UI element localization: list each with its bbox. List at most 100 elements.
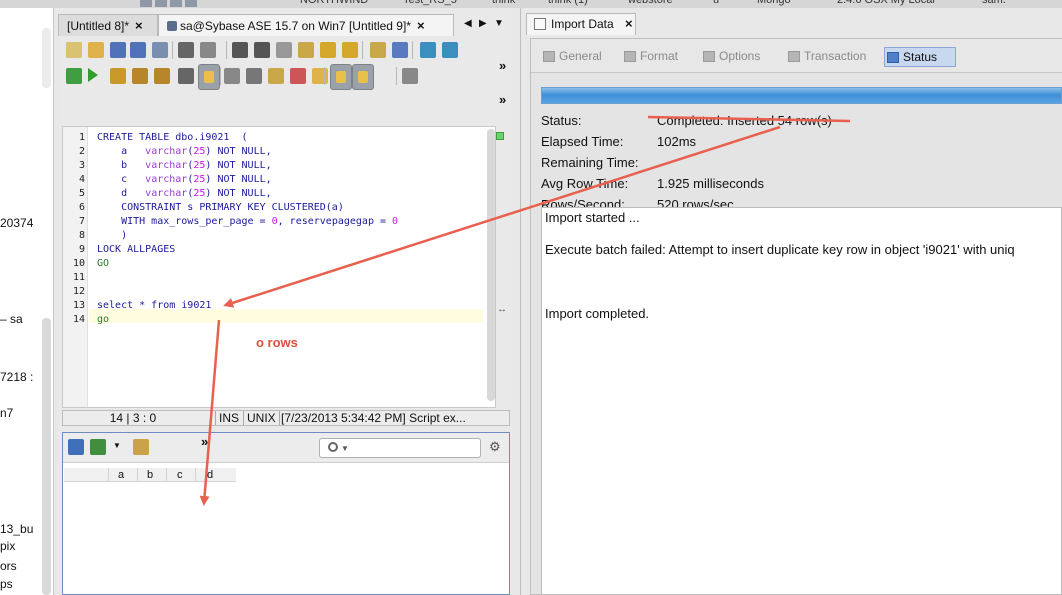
top-tab-chip[interactable]: think [492,0,515,6]
tree-node[interactable]: n7 [0,406,13,420]
top-tab-chip[interactable]: sam. [982,0,1006,6]
top-tab-chip[interactable]: Test_RS_5 [403,0,457,6]
tab-scroll-right-icon[interactable]: ▶ [479,18,487,29]
tree-node[interactable]: 7218 : [0,370,33,384]
explain-plan-icon[interactable] [154,68,170,84]
page-setup-icon[interactable] [200,42,216,58]
window-button-icon[interactable] [140,0,152,7]
execute-icon[interactable] [370,42,386,58]
wizard-tab-options[interactable]: Options [701,47,767,67]
save-icon[interactable] [110,42,126,58]
rollback-icon[interactable] [224,68,240,84]
step-into-icon[interactable] [110,68,126,84]
top-tab-chip[interactable]: webstore [628,0,673,6]
tree-scrollbar-upper[interactable] [42,28,51,88]
tree-node[interactable]: ors [0,559,17,573]
tab-untitled-8[interactable]: [Untitled 8]* × [58,14,158,36]
search-options-icon[interactable]: ▼ [341,444,349,453]
redo-icon[interactable] [342,42,358,58]
auto-commit-icon[interactable] [198,64,220,90]
code-line[interactable]: GO [97,257,109,271]
bookmark-next-icon[interactable] [312,68,328,84]
column-header-b[interactable]: b [147,468,153,482]
replace-icon[interactable] [442,42,458,58]
history-icon[interactable] [402,68,418,84]
window-button-icon[interactable] [170,0,182,7]
select-icon[interactable] [232,42,248,58]
paste-icon[interactable] [298,42,314,58]
top-tab-chip[interactable]: 2.4.6 OSX My Local [837,0,935,6]
print-preview-icon[interactable] [152,42,168,58]
settings-gear-icon[interactable]: ⚙ [489,439,501,455]
result-grid-icon[interactable] [330,64,352,90]
sql-code-editor[interactable]: 1 CREATE TABLE dbo.i9021 (2 a varchar(25)… [62,126,496,408]
tree-node[interactable]: 13_bu [0,522,33,536]
code-line[interactable]: CONSTRAINT s PRIMARY KEY CLUSTERED(a) [97,201,344,215]
export-excel-icon[interactable] [90,439,106,455]
close-icon[interactable]: × [135,18,143,33]
code-line[interactable]: a varchar(25) NOT NULL, [97,145,272,159]
top-tab-chip[interactable]: Mongo [757,0,791,6]
close-icon[interactable]: × [417,18,425,33]
code-line[interactable]: ) [97,229,127,243]
open-folder-icon[interactable] [88,42,104,58]
code-scrollbar[interactable] [487,129,495,401]
save-all-icon[interactable] [130,42,146,58]
column-header-a[interactable]: a [118,468,124,482]
import-log[interactable]: Import started ... Execute batch failed:… [541,207,1062,595]
code-line[interactable]: CREATE TABLE dbo.i9021 ( [97,131,248,145]
top-tab-chip[interactable]: u [713,0,719,6]
transaction-icon[interactable] [268,68,284,84]
connection-tree-pane[interactable]: 20374 – sa 7218 : n7 13_bupix ors ps [0,8,54,595]
script-icon[interactable] [133,439,149,455]
execute-all-icon[interactable] [66,68,82,84]
wizard-tab-transaction[interactable]: Transaction [786,47,874,67]
commit-icon[interactable] [246,68,262,84]
undo-icon[interactable] [320,42,336,58]
copy-icon[interactable] [276,42,292,58]
splitter-handle-icon[interactable]: ↔ [497,304,507,315]
top-tab-chip[interactable]: think (1) [548,0,588,6]
code-line[interactable]: LOCK ALLPAGES [97,243,175,257]
tree-node[interactable]: – sa [0,312,23,326]
format-icon[interactable] [392,42,408,58]
stop-icon[interactable] [178,68,194,84]
new-file-icon[interactable] [66,42,82,58]
run-to-cursor-icon[interactable] [132,68,148,84]
code-line[interactable]: select * from i9021 [97,299,211,313]
bookmark-icon[interactable] [290,68,306,84]
results-overflow-icon[interactable]: » [201,434,208,449]
toolbar-overflow-icon[interactable]: » [499,58,506,73]
close-icon[interactable]: × [625,16,633,31]
code-line[interactable]: go [97,313,109,327]
results-search-input[interactable]: ▼ [319,438,481,458]
tab-scroll-left-icon[interactable]: ◀ [464,18,472,29]
tree-scrollbar[interactable] [42,318,51,595]
print-icon[interactable] [178,42,194,58]
code-line[interactable]: b varchar(25) NOT NULL, [97,159,272,173]
cut-icon[interactable] [254,42,270,58]
window-button-icon[interactable] [155,0,167,7]
column-header-d[interactable]: d [207,468,213,482]
tab-list-dropdown-icon[interactable]: ▼ [494,18,504,29]
code-line[interactable]: d varchar(25) NOT NULL, [97,187,272,201]
grid-view-icon[interactable] [68,439,84,455]
tab-untitled-9[interactable]: sa@Sybase ASE 15.7 on Win7 [Untitled 9]*… [158,14,454,36]
find-icon[interactable] [420,42,436,58]
export-dropdown-icon[interactable]: ▼ [113,441,121,450]
toolbar-overflow-icon-2[interactable]: » [499,92,506,107]
wizard-tab-status[interactable]: Status [884,47,956,67]
top-tab-chip[interactable]: NORTHWIND [300,0,368,6]
window-button-icon[interactable] [185,0,197,7]
wizard-tab-format[interactable]: Format [622,47,684,67]
tab-import-data[interactable]: Import Data × [526,13,636,35]
code-line[interactable]: c varchar(25) NOT NULL, [97,173,272,187]
result-text-icon[interactable] [352,64,374,90]
tree-node[interactable]: pix [0,539,15,553]
wizard-tab-general[interactable]: General [541,47,605,67]
run-icon[interactable] [88,68,98,82]
code-line[interactable]: WITH max_rows_per_page = 0, reservepageg… [97,215,398,229]
tree-node[interactable]: 20374 [0,216,33,230]
column-header-c[interactable]: c [177,468,183,482]
tree-node[interactable]: ps [0,577,13,591]
